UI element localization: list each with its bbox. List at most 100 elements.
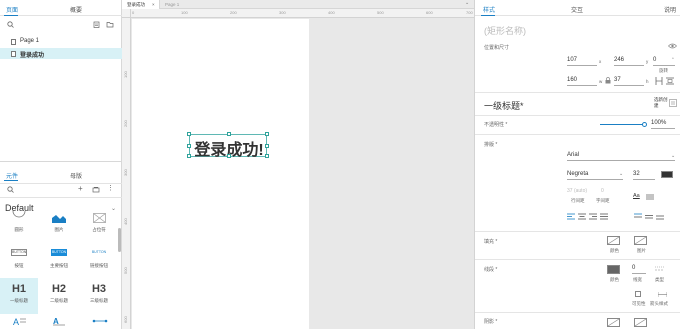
shadow-inner-swatch[interactable] [634, 318, 647, 327]
border-type-icon[interactable] [655, 266, 664, 272]
resize-handle[interactable] [227, 132, 231, 136]
chevron-down-icon[interactable]: ⌄ [619, 171, 623, 177]
tab-interactions[interactable]: 交互 [571, 5, 583, 14]
page-item-login-success[interactable]: 登录成功 [0, 48, 122, 59]
eye-icon[interactable] [668, 43, 677, 49]
widget-primary-button[interactable]: BUTTON 主要按钮 [40, 244, 78, 278]
font-family-select[interactable]: Arial [567, 151, 675, 161]
widget-heading2[interactable]: H2 二级标题 [40, 278, 78, 312]
fill-image-swatch[interactable] [634, 236, 647, 245]
active-tab-indicator [481, 15, 495, 16]
divider [475, 115, 680, 116]
selected-heading-widget[interactable]: 登录成功! [187, 132, 269, 159]
image-icon [52, 215, 66, 223]
h3-icon: H3 [91, 283, 107, 295]
height-field[interactable]: 37 [614, 76, 644, 86]
page-canvas[interactable]: 登录成功! [132, 19, 309, 329]
fit-width-icon[interactable] [655, 77, 663, 85]
add-page-icon[interactable] [93, 21, 100, 28]
align-left-icon[interactable] [567, 213, 575, 220]
tab-notes[interactable]: 说明 [664, 5, 676, 14]
widget-heading1[interactable]: H1 一级标题 [0, 278, 38, 314]
x-field[interactable]: 107 [567, 56, 597, 66]
line-height-field[interactable]: 37 (auto) [567, 188, 587, 194]
fit-height-icon[interactable] [666, 77, 674, 85]
shadow-outer-swatch[interactable] [607, 318, 620, 327]
resize-handle[interactable] [227, 154, 231, 158]
search-icon[interactable] [7, 186, 14, 193]
resize-handle[interactable] [265, 154, 269, 158]
shape-name-input[interactable]: (矩形名称) [484, 24, 526, 37]
widget-link-button[interactable]: BUTTON 链接按钮 [80, 244, 118, 278]
tab-pages[interactable]: 页面 [6, 5, 18, 14]
close-icon[interactable]: × [152, 0, 155, 9]
widget-placeholder[interactable]: 占位符 [80, 210, 118, 244]
right-panel: 样式 交互 说明 (矩形名称) 位置和尺寸 107 x 246 y 0 ° 旋转… [474, 0, 680, 329]
fill-color-swatch[interactable] [607, 236, 620, 245]
tab-outline[interactable]: 概要 [70, 5, 82, 14]
arrow-style-icon[interactable] [658, 291, 667, 298]
add-library-icon[interactable]: + [78, 184, 83, 193]
chevron-down-icon[interactable]: ⌄ [465, 0, 469, 6]
valign-middle-icon[interactable] [645, 213, 653, 220]
resize-handle[interactable] [187, 144, 191, 148]
divider [475, 134, 680, 135]
align-right-icon[interactable] [589, 213, 597, 220]
align-justify-icon[interactable] [600, 213, 608, 220]
valign-bottom-icon[interactable] [656, 213, 664, 220]
style-name[interactable]: 一级标题* [484, 99, 524, 112]
width-field[interactable]: 160 [567, 76, 597, 86]
divider [475, 312, 680, 313]
more-options-icon[interactable]: ⋮ [107, 184, 114, 192]
button-sample: BUTTON [11, 249, 27, 256]
widget-button[interactable]: BUTTON 按钮 [0, 244, 38, 278]
chevron-down-icon[interactable]: ⌄ [671, 153, 675, 159]
tab-style[interactable]: 样式 [483, 5, 495, 14]
page-item-label: Page 1 [20, 38, 40, 44]
widget-image[interactable]: 图片 [40, 210, 78, 244]
doc-tab-page1[interactable]: Page 1 [160, 0, 192, 9]
placeholder-icon [93, 213, 106, 223]
style-manager-icon[interactable] [669, 99, 677, 107]
widgets-scrollbar[interactable] [118, 228, 121, 252]
search-icon[interactable] [7, 21, 14, 28]
page-item-page1[interactable]: Page 1 [0, 36, 122, 47]
resize-handle[interactable] [187, 132, 191, 136]
doc-tab-login-success[interactable]: 登录成功 × [122, 0, 160, 9]
text-format-icon[interactable]: Aa [633, 193, 640, 199]
font-style-select[interactable]: Negreta [567, 170, 623, 180]
lock-icon[interactable] [605, 77, 611, 84]
document-tabs: 登录成功 × Page 1 ⌄ [122, 0, 474, 9]
char-spacing-field[interactable]: 0 [601, 188, 604, 194]
font-size-field[interactable]: 32 [633, 170, 655, 180]
paragraph-widget-icon[interactable]: A [52, 316, 66, 326]
opacity-slider[interactable] [600, 122, 647, 127]
primary-button-sample: BUTTON [51, 249, 67, 256]
label-widget-icon[interactable]: A [12, 316, 26, 326]
y-field[interactable]: 246 [614, 56, 644, 66]
widget-heading3[interactable]: H3 三级标题 [80, 278, 118, 312]
tab-widgets[interactable]: 元件 [6, 171, 18, 180]
svg-text:A: A [13, 317, 19, 326]
horizontal-line-icon[interactable] [92, 316, 108, 326]
resize-handle[interactable] [265, 144, 269, 148]
tab-masters[interactable]: 母版 [70, 171, 82, 180]
valign-top-icon[interactable] [634, 213, 642, 220]
doc-tab-label: 登录成功 [127, 2, 145, 7]
opacity-slider-knob[interactable] [641, 122, 647, 127]
visibility-checkbox[interactable] [635, 291, 641, 297]
folder-icon[interactable] [106, 21, 114, 28]
text-color-swatch[interactable] [661, 171, 673, 178]
import-icon[interactable] [92, 186, 100, 193]
h2-icon: H2 [51, 283, 67, 295]
border-thickness-field[interactable]: 0 [632, 264, 646, 274]
opacity-field[interactable]: 100% [651, 119, 675, 129]
circle-icon [12, 210, 26, 218]
resize-handle[interactable] [265, 132, 269, 136]
border-color-swatch[interactable] [607, 265, 620, 274]
bullet-list-icon[interactable] [646, 194, 654, 200]
select-create-button[interactable]: 选新创建 [654, 97, 668, 109]
resize-handle[interactable] [187, 154, 191, 158]
widget-circle[interactable]: 圆形 [0, 210, 38, 244]
align-center-icon[interactable] [578, 213, 586, 220]
